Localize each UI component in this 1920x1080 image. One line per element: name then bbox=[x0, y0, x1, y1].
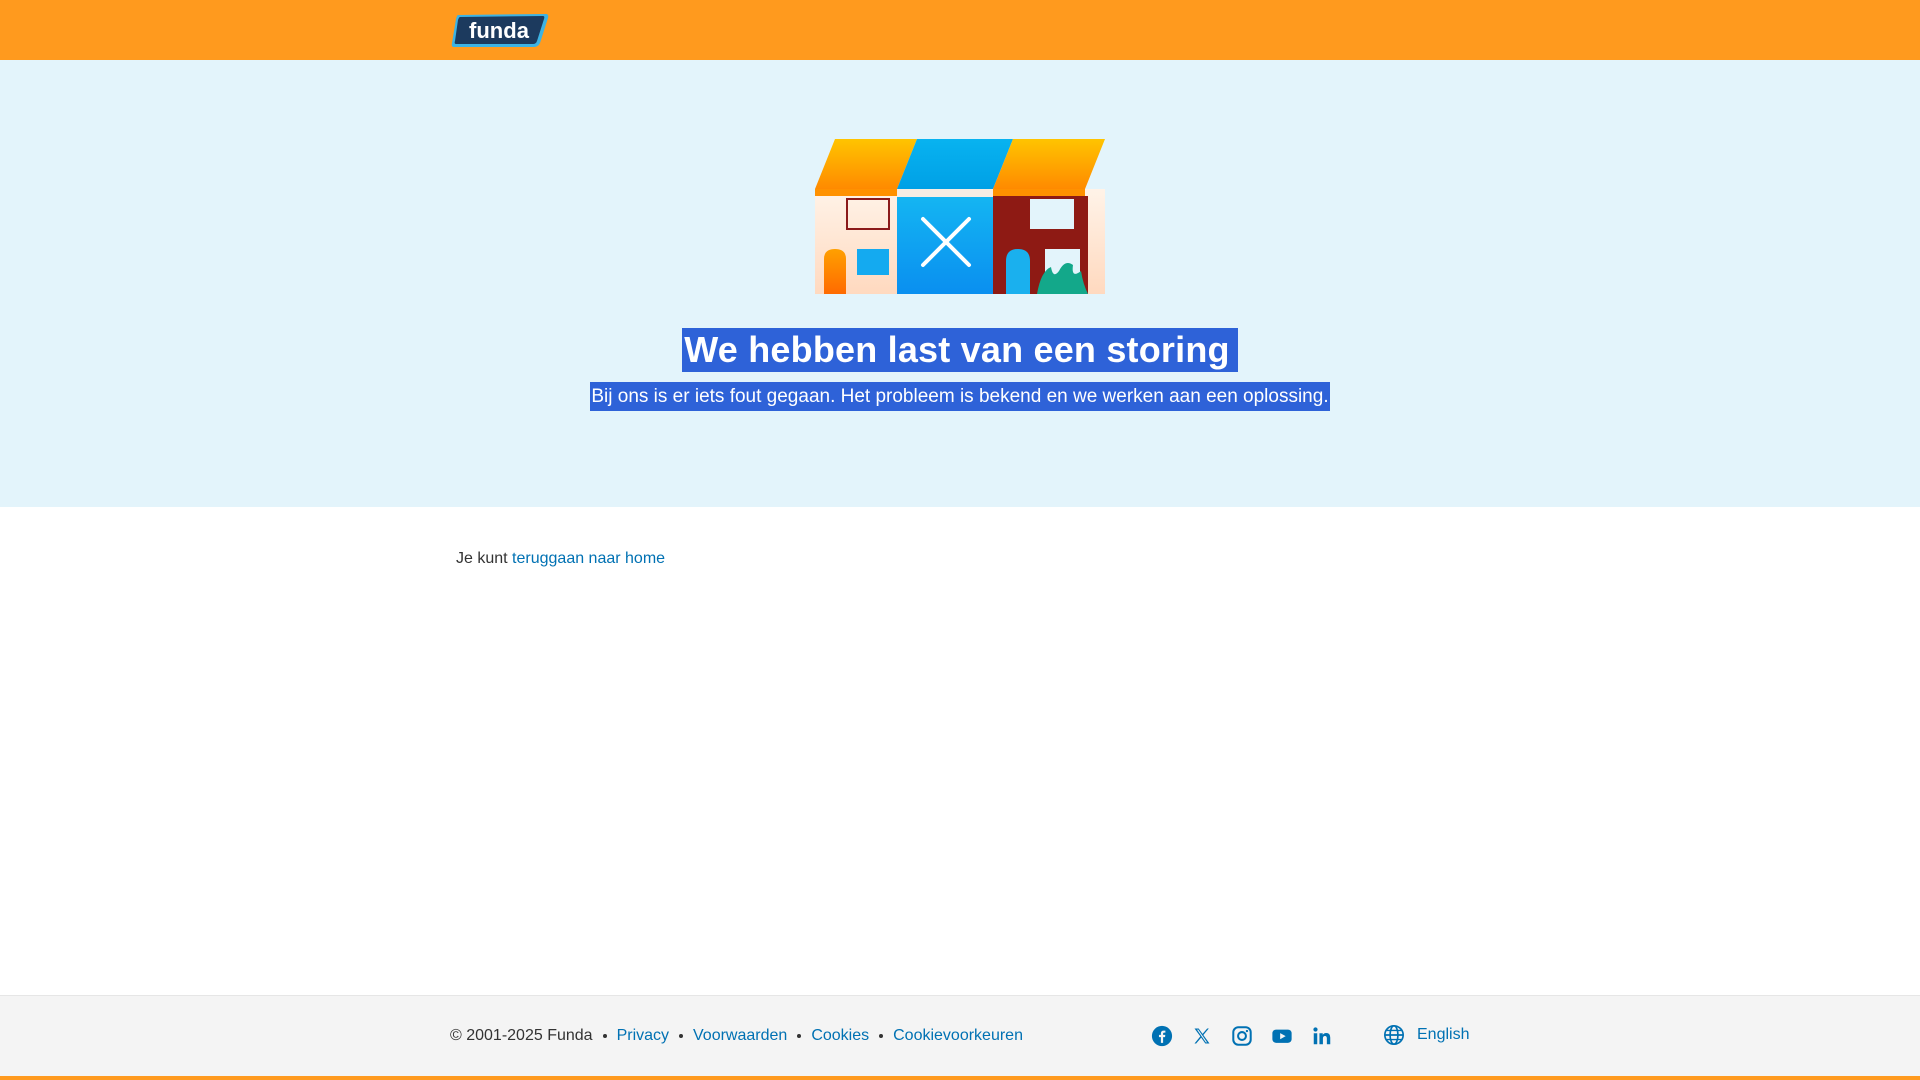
linkedin-icon[interactable] bbox=[1310, 1024, 1334, 1048]
error-subtitle: Bij ons is er iets fout gegaan. Het prob… bbox=[590, 382, 1330, 411]
globe-icon bbox=[1384, 1025, 1404, 1045]
footer-separator bbox=[602, 1034, 607, 1038]
back-home-link[interactable]: teruggaan naar home bbox=[512, 550, 665, 567]
error-subtitle-container: Bij ons is er iets fout gegaan. Het prob… bbox=[0, 382, 1920, 411]
language-label: English bbox=[1417, 1026, 1470, 1043]
footer-links: © 2001-2025 Funda Privacy Voorwaarden Co… bbox=[450, 1025, 1023, 1047]
funda-logo-icon: funda bbox=[451, 14, 549, 47]
footer-separator bbox=[797, 1034, 802, 1038]
funda-logo[interactable]: funda bbox=[450, 12, 550, 49]
facebook-icon[interactable] bbox=[1150, 1024, 1174, 1048]
error-title: We hebben last van een storing bbox=[682, 328, 1238, 372]
footer-link-cookievoorkeuren[interactable]: Cookievoorkeuren bbox=[893, 1025, 1023, 1047]
error-title-container: We hebben last van een storing bbox=[0, 328, 1920, 372]
copyright-text: © 2001-2025 Funda bbox=[450, 1027, 593, 1044]
language-switcher[interactable]: English bbox=[1383, 1024, 1469, 1046]
footer-link-cookies[interactable]: Cookies bbox=[811, 1025, 869, 1047]
social-links bbox=[1150, 1024, 1350, 1048]
x-icon[interactable] bbox=[1190, 1024, 1214, 1048]
instagram-icon[interactable] bbox=[1230, 1024, 1254, 1048]
site-header: funda bbox=[0, 0, 1920, 60]
footer-link-privacy[interactable]: Privacy bbox=[617, 1025, 669, 1047]
footer-separator bbox=[679, 1034, 684, 1038]
footer-separator bbox=[879, 1034, 884, 1038]
svg-text:funda: funda bbox=[469, 18, 530, 43]
broken-house-illustration bbox=[815, 139, 1105, 294]
back-home-text: Je kunt teruggaan naar home bbox=[456, 549, 665, 569]
youtube-icon[interactable] bbox=[1270, 1024, 1294, 1048]
back-home-prefix: Je kunt bbox=[456, 550, 508, 567]
footer-accent-bar bbox=[0, 1076, 1920, 1080]
footer-link-voorwaarden[interactable]: Voorwaarden bbox=[693, 1025, 787, 1047]
